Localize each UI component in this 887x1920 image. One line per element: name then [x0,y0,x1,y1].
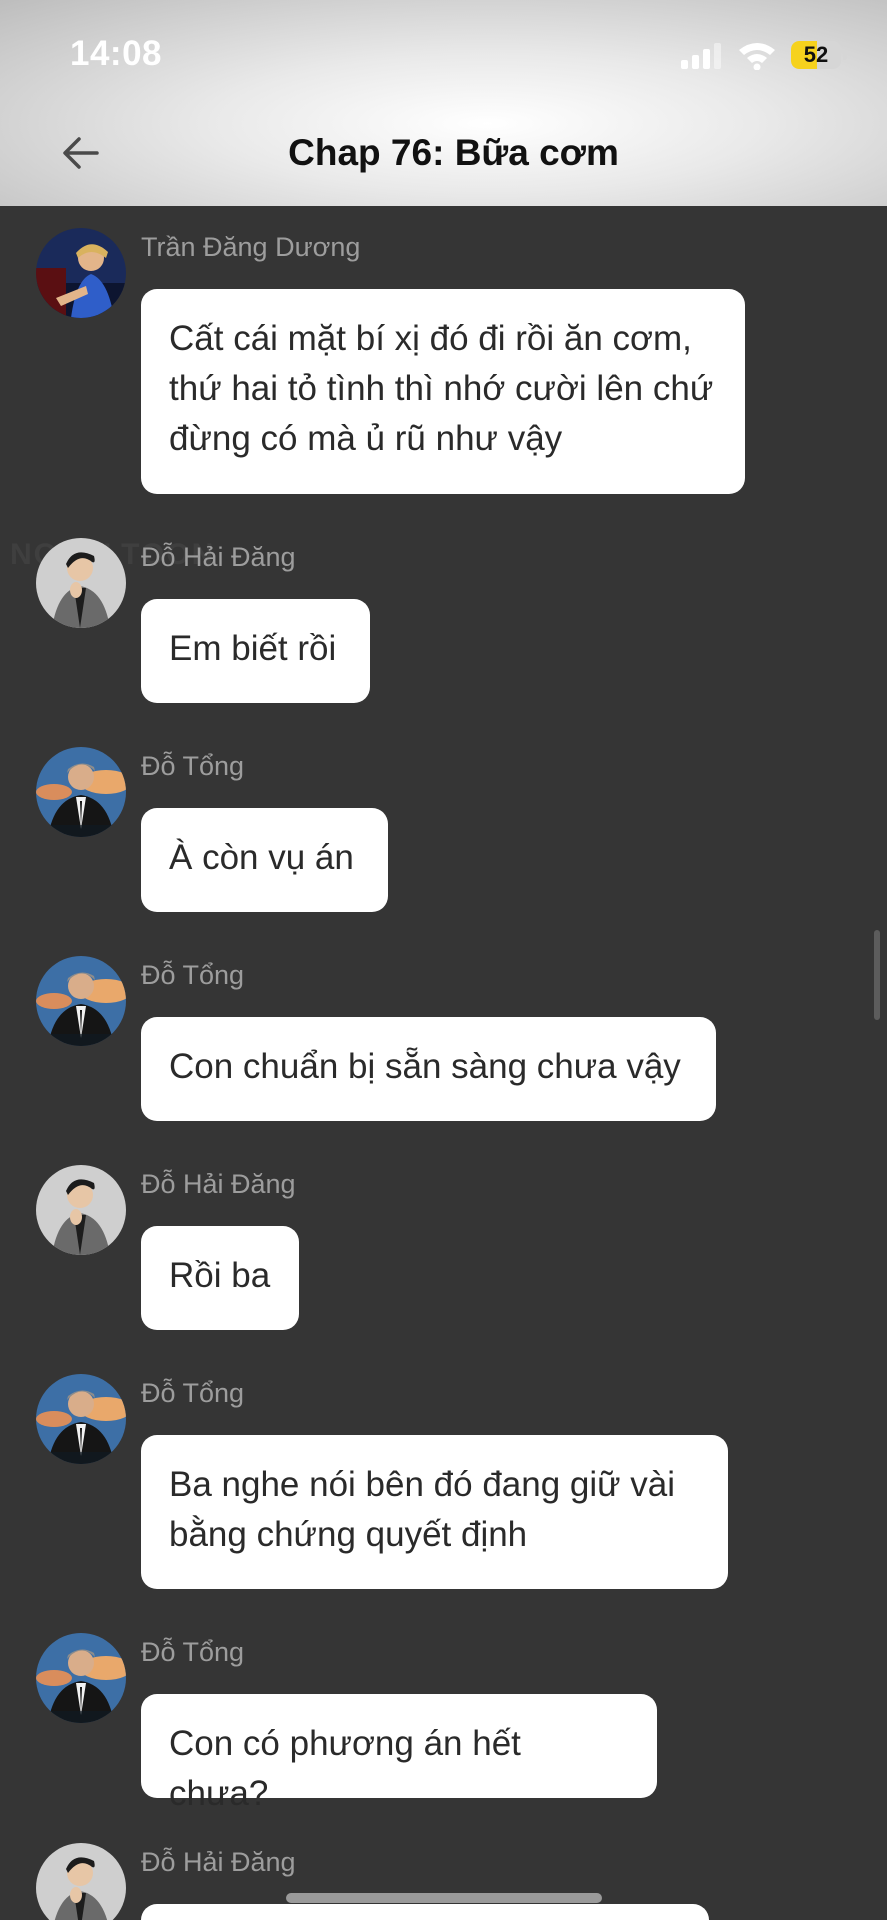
avatar[interactable] [36,956,126,1046]
chat-message: Đỗ Tổng Ba nghe nói bên đó đang giữ vài … [0,1374,887,1594]
message-bubble[interactable]: À còn vụ án [141,808,388,912]
character-tong-avatar-icon [36,956,126,1046]
chat-message: Trần Đăng Dương Cất cái mặt bí xị đó đi … [0,228,887,508]
message-bubble[interactable]: Em biết rồi [141,599,370,703]
sender-name: Đỗ Hải Đăng [141,1169,296,1199]
message-text: À còn vụ án [169,838,354,877]
sender-name: Đỗ Tổng [141,960,245,990]
message-bubble[interactable]: Rồi ba [141,1226,299,1330]
character-dang-avatar-icon [36,538,126,628]
character-tong-avatar-icon [36,747,126,837]
character-dang-avatar-icon [36,1165,126,1255]
avatar[interactable] [36,1374,126,1464]
chat-message: Đỗ Tổng Con có phương án hết chưa? [0,1633,887,1813]
chat-message: Đỗ Tổng À còn vụ án [0,747,887,917]
avatar[interactable] [36,1843,126,1920]
character-tong-avatar-icon [36,1374,126,1464]
message-text: Em biết rồi [169,629,337,668]
chat-message: Đỗ Hải Đăng Em biết rồi [0,538,887,708]
avatar[interactable] [36,538,126,628]
chat-message: Đỗ Tổng Con chuẩn bị sẵn sàng chưa vậy [0,956,887,1126]
status-icons: 52 [681,38,847,72]
message-text: Con có phương án hết chưa? [169,1724,521,1813]
sender-name: Đỗ Hải Đăng [141,1847,296,1877]
sender-name: Đỗ Tổng [141,1378,245,1408]
message-text: Con chuẩn bị sẵn sàng chưa vậy [169,1047,681,1086]
sender-name: Đỗ Tổng [141,751,245,781]
sender-name: Đỗ Hải Đăng [141,542,296,572]
sender-name: Trần Đăng Dương [141,232,361,262]
message-bubble[interactable]: Con có phương án hết chưa? [141,1694,657,1813]
avatar[interactable] [36,747,126,837]
avatar[interactable] [36,1633,126,1723]
character-dang-avatar-icon [36,1843,126,1920]
chat-message: Đỗ Hải Đăng Rồi ba [0,1165,887,1335]
character-tong-avatar-icon [36,1633,126,1723]
message-text: Rồi ba [169,1256,271,1295]
page-title: Chap 76: Bữa cơm [288,132,619,173]
message-bubble[interactable]: Con chuẩn bị sẵn sàng chưa vậy [141,1017,716,1121]
signal-bars-icon [681,41,721,69]
header: 14:08 52 Chap 76: Bữa cơm [0,0,887,206]
wifi-icon [739,43,775,70]
message-bubble[interactable]: Cất cái mặt bí xị đó đi rồi ăn cơm, thứ … [141,289,745,494]
message-text: Cất cái mặt bí xị đó đi rồi ăn cơm, thứ … [169,319,714,458]
scrollbar[interactable] [874,930,880,1020]
battery-percentage: 52 [803,42,829,67]
battery-icon: 52 [791,41,841,69]
message-text: Ba nghe nói bên đó đang giữ vài bằng chứ… [169,1465,676,1554]
chat-message: Đỗ Hải Đăng [0,1843,887,1920]
character-duong-avatar-icon [36,228,126,318]
message-bubble[interactable] [141,1904,709,1920]
message-bubble[interactable]: Ba nghe nói bên đó đang giữ vài bằng chứ… [141,1435,728,1589]
avatar[interactable] [36,228,126,318]
status-time: 14:08 [70,34,163,73]
chat-screen: NOVELTOON Trần Đăng Dương Cất cái mặt bí… [0,0,887,1920]
sender-name: Đỗ Tổng [141,1637,245,1667]
battery-nub [843,50,847,60]
avatar[interactable] [36,1165,126,1255]
home-indicator [286,1893,602,1903]
